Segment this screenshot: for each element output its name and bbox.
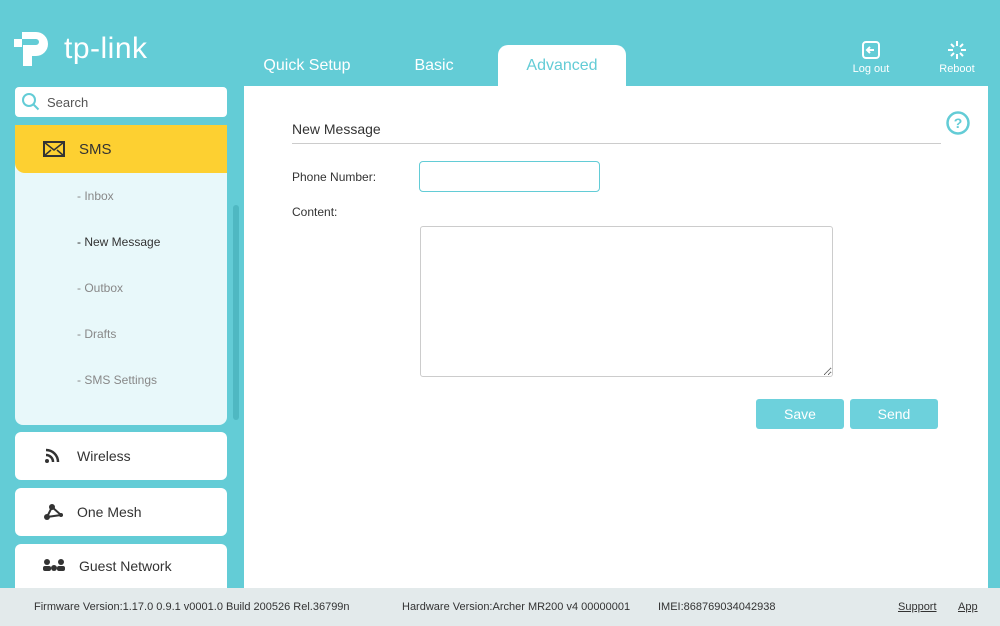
wireless-icon bbox=[45, 448, 60, 463]
tab-advanced[interactable]: Advanced bbox=[498, 45, 626, 87]
sidebar-item-one-mesh[interactable]: One Mesh bbox=[15, 488, 227, 536]
content-label: Content: bbox=[292, 205, 338, 219]
logout-label: Log out bbox=[852, 63, 890, 75]
tp-link-logo: tp-link bbox=[14, 28, 148, 70]
tab-quick-setup[interactable]: Quick Setup bbox=[244, 45, 370, 87]
reboot-icon bbox=[948, 41, 966, 59]
sidebar-group-sms: SMS - Inbox - New Message - Outbox - Dra… bbox=[15, 125, 227, 425]
sidebar-item-label: One Mesh bbox=[77, 504, 142, 520]
content-panel: New Message ? Phone Number: Content: Sav… bbox=[244, 86, 988, 588]
tab-basic[interactable]: Basic bbox=[370, 45, 498, 87]
search-input[interactable] bbox=[47, 94, 217, 110]
svg-text:?: ? bbox=[954, 115, 963, 131]
logout-button[interactable]: Log out bbox=[846, 40, 896, 75]
sidebar-subitem-outbox[interactable]: - Outbox bbox=[15, 265, 227, 311]
mesh-icon bbox=[44, 504, 63, 520]
reboot-label: Reboot bbox=[939, 63, 975, 75]
reboot-button[interactable]: Reboot bbox=[932, 40, 982, 75]
tp-link-logo-icon bbox=[14, 32, 48, 66]
phone-number-label: Phone Number: bbox=[292, 170, 377, 184]
phone-number-input[interactable] bbox=[419, 161, 600, 192]
content-textarea[interactable] bbox=[420, 226, 833, 377]
main-tabs: Quick Setup Basic Advanced bbox=[244, 45, 626, 87]
guest-network-icon bbox=[43, 559, 65, 571]
sidebar-subitem-drafts[interactable]: - Drafts bbox=[15, 311, 227, 357]
sidebar-item-label: Guest Network bbox=[79, 558, 172, 574]
logout-icon bbox=[862, 41, 880, 59]
search-box[interactable] bbox=[15, 87, 227, 117]
sidebar-scrollbar[interactable] bbox=[233, 205, 239, 420]
page-title: New Message bbox=[292, 121, 381, 137]
send-button[interactable]: Send bbox=[850, 399, 938, 429]
hardware-version: Hardware Version:Archer MR200 v4 0000000… bbox=[402, 601, 631, 613]
sidebar-item-guest-network[interactable]: Guest Network bbox=[15, 544, 227, 588]
sidebar-subitem-inbox[interactable]: - Inbox bbox=[15, 173, 227, 219]
save-button[interactable]: Save bbox=[756, 399, 844, 429]
title-divider bbox=[292, 143, 941, 144]
sidebar-item-sms[interactable]: SMS bbox=[15, 125, 227, 173]
sidebar-subitem-new-message[interactable]: - New Message bbox=[15, 219, 227, 265]
sidebar-item-wireless[interactable]: Wireless bbox=[15, 432, 227, 480]
sidebar-item-label: Wireless bbox=[77, 448, 131, 464]
help-icon[interactable]: ? bbox=[946, 111, 970, 135]
app-link[interactable]: App bbox=[958, 601, 978, 613]
search-icon bbox=[22, 93, 40, 111]
brand-name: tp-link bbox=[64, 32, 148, 65]
sidebar-item-sms-label: SMS bbox=[79, 140, 112, 158]
imei: IMEI:868769034042938 bbox=[658, 601, 776, 613]
sidebar-subitem-sms-settings[interactable]: - SMS Settings bbox=[15, 357, 227, 403]
footer: Firmware Version:1.17.0 0.9.1 v0001.0 Bu… bbox=[0, 588, 1000, 626]
support-link[interactable]: Support bbox=[898, 601, 937, 613]
firmware-version: Firmware Version:1.17.0 0.9.1 v0001.0 Bu… bbox=[34, 601, 350, 613]
envelope-icon bbox=[43, 141, 65, 157]
